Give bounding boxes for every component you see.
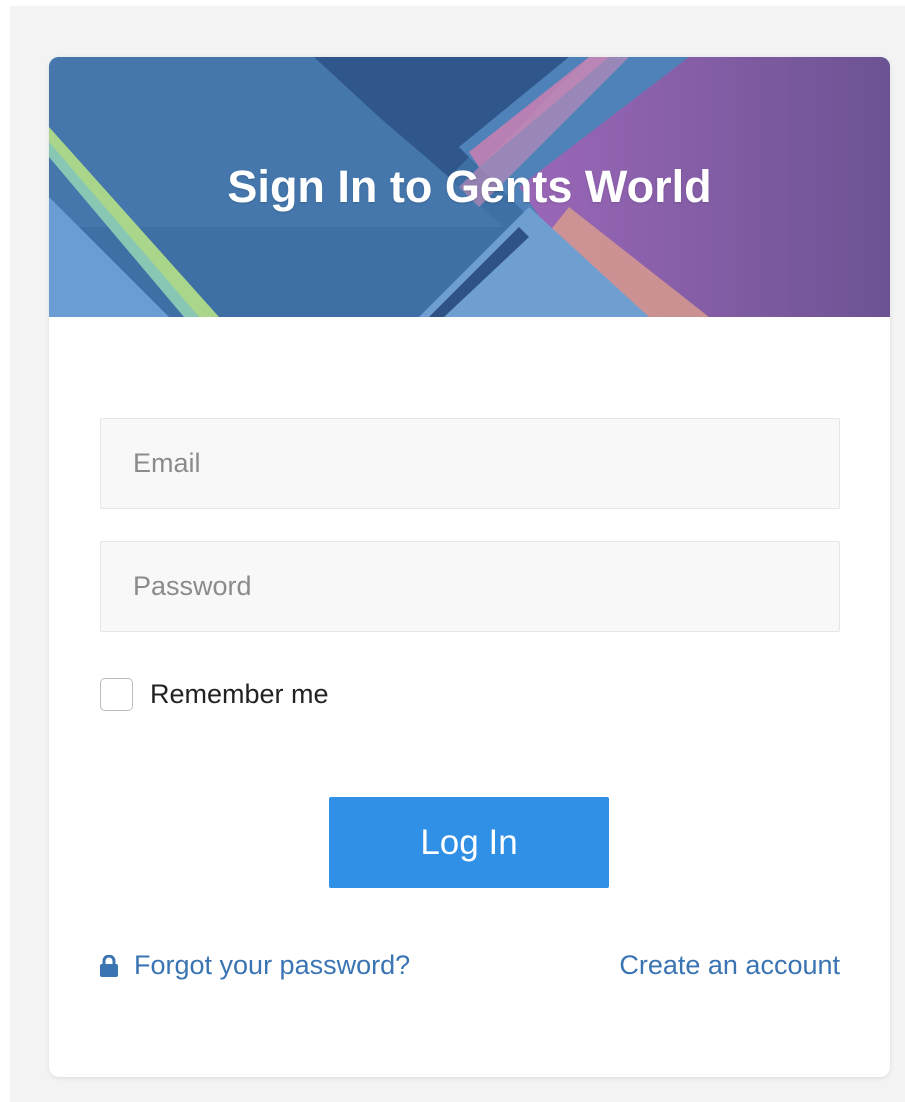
lock-icon	[100, 954, 118, 977]
remember-me-checkbox[interactable]	[100, 677, 133, 711]
login-button[interactable]: Log In	[329, 797, 609, 888]
forgot-password-label: Forgot your password?	[134, 950, 411, 980]
forgot-password-link[interactable]: Forgot your password?	[100, 950, 410, 981]
page-title: Sign In to Gents World	[227, 161, 712, 212]
remember-me-label: Remember me	[150, 678, 329, 709]
login-card: Sign In to Gents World Remember me Log I…	[49, 57, 890, 1077]
remember-me-option[interactable]: Remember me	[100, 677, 329, 711]
email-field[interactable]	[100, 418, 840, 509]
password-field[interactable]	[100, 541, 840, 632]
create-account-link[interactable]: Create an account	[619, 950, 840, 981]
page-background: Sign In to Gents World Remember me Log I…	[10, 6, 905, 1102]
header-banner: Sign In to Gents World	[49, 57, 890, 317]
